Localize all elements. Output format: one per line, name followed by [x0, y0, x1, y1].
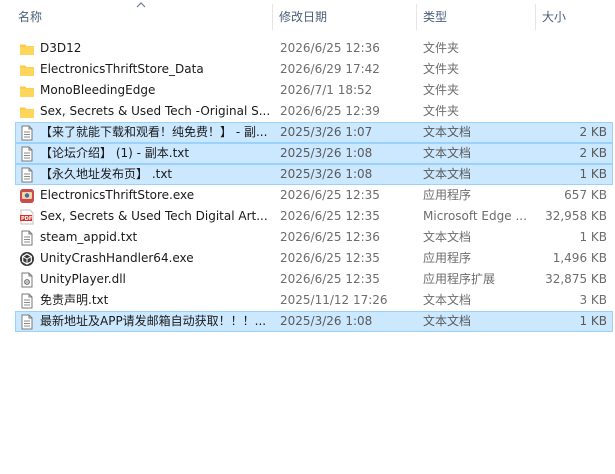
file-modified-date: 2025/3/26 1:07	[280, 125, 373, 139]
file-modified-date: 2025/11/12 17:26	[280, 293, 388, 307]
column-header-type[interactable]: 类型	[423, 0, 447, 34]
file-modified-date: 2026/6/25 12:35	[280, 209, 380, 223]
file-name: Sex, Secrets & Used Tech Digital Art...	[40, 209, 268, 223]
file-name: Sex, Secrets & Used Tech -Original S...	[40, 104, 271, 118]
file-type: 应用程序	[423, 251, 472, 265]
text-file-icon	[19, 314, 35, 330]
column-divider[interactable]	[535, 4, 536, 30]
pdf-icon: PDF	[19, 209, 35, 225]
file-name: MonoBleedingEdge	[40, 83, 156, 97]
file-modified-date: 2026/7/1 18:52	[280, 83, 373, 97]
column-header-date[interactable]: 修改日期	[279, 0, 327, 34]
dll-icon	[19, 272, 35, 288]
file-type: 文件夹	[423, 41, 460, 55]
file-size: 2 KB	[579, 146, 607, 160]
file-modified-date: 2026/6/25 12:35	[280, 188, 380, 202]
file-row[interactable]: ElectronicsThriftStore.exe 2026/6/25 12:3…	[15, 185, 613, 206]
file-modified-date: 2026/6/29 17:42	[280, 62, 380, 76]
file-size: 1 KB	[579, 314, 607, 328]
file-name: ElectronicsThriftStore.exe	[40, 188, 195, 202]
folder-icon	[19, 62, 35, 78]
file-row[interactable]: 免责声明.txt 2025/11/12 17:26 文本文档 3 KB	[15, 290, 613, 311]
file-modified-date: 2025/3/26 1:08	[280, 146, 373, 160]
file-size: 32,958 KB	[545, 209, 607, 223]
file-type: 应用程序扩展	[423, 272, 496, 286]
file-name: 【来了就能下载和观看！纯免费！】 - 副...	[40, 125, 268, 139]
file-name: ElectronicsThriftStore_Data	[40, 62, 204, 76]
file-row[interactable]: UnityPlayer.dll 2026/6/25 12:35 应用程序扩展 32,8…	[15, 269, 613, 290]
file-explorer-details-view: 名称 修改日期 类型 大小 D3D12 2026/6/25 12:36 文件夹 Ele…	[0, 0, 615, 474]
file-type: 文件夹	[423, 104, 460, 118]
column-header-size[interactable]: 大小	[542, 0, 566, 34]
text-file-icon	[19, 293, 35, 309]
file-modified-date: 2026/6/25 12:35	[280, 272, 380, 286]
file-type: 文件夹	[423, 62, 460, 76]
file-size: 1 KB	[579, 167, 607, 181]
file-modified-date: 2025/3/26 1:08	[280, 167, 373, 181]
game-exe-icon	[19, 188, 35, 204]
file-row[interactable]: 【永久地址发布页】 .txt 2025/3/26 1:08 文本文档 1 KB	[15, 164, 613, 185]
folder-icon	[19, 104, 35, 120]
file-size: 1 KB	[579, 230, 607, 244]
file-modified-date: 2025/3/26 1:08	[280, 314, 373, 328]
file-row[interactable]: Sex, Secrets & Used Tech -Original S... 2…	[15, 101, 613, 122]
file-row[interactable]: MonoBleedingEdge 2026/7/1 18:52 文件夹	[15, 80, 613, 101]
text-file-icon	[19, 125, 35, 141]
file-row[interactable]: 最新地址及APP请发邮箱自动获取！！！... 2025/3/26 1:08 文本文档…	[15, 311, 613, 332]
file-name: UnityCrashHandler64.exe	[40, 251, 194, 265]
file-row[interactable]: 【论坛介绍】 (1) - 副本.txt 2025/3/26 1:08 文本文档 2 K…	[15, 143, 613, 164]
file-type: 文本文档	[423, 293, 472, 307]
file-type: Microsoft Edge ...	[423, 209, 527, 223]
file-type: 文本文档	[423, 125, 472, 139]
file-type: 文本文档	[423, 230, 472, 244]
file-row[interactable]: ElectronicsThriftStore_Data 2026/6/29 17:…	[15, 59, 613, 80]
file-size: 3 KB	[579, 293, 607, 307]
file-type: 文本文档	[423, 314, 472, 328]
file-type: 应用程序	[423, 188, 472, 202]
file-name: 【永久地址发布页】 .txt	[40, 167, 173, 181]
folder-icon	[19, 41, 35, 57]
file-row[interactable]: 【来了就能下载和观看！纯免费！】 - 副... 2025/3/26 1:07 文本文…	[15, 122, 613, 143]
column-divider[interactable]	[416, 4, 417, 30]
column-divider[interactable]	[272, 4, 273, 30]
file-type: 文件夹	[423, 83, 460, 97]
file-modified-date: 2026/6/25 12:39	[280, 104, 380, 118]
file-modified-date: 2026/6/25 12:36	[280, 41, 380, 55]
file-name: steam_appid.txt	[40, 230, 138, 244]
folder-icon	[19, 83, 35, 99]
text-file-icon	[19, 230, 35, 246]
file-row[interactable]: D3D12 2026/6/25 12:36 文件夹	[15, 38, 613, 59]
file-row[interactable]: UnityCrashHandler64.exe 2026/6/25 12:35 应用…	[15, 248, 613, 269]
sort-ascending-icon	[136, 2, 146, 8]
column-header-name[interactable]: 名称	[18, 0, 42, 34]
file-name: UnityPlayer.dll	[40, 272, 126, 286]
file-name: 免责声明.txt	[40, 293, 109, 307]
svg-text:PDF: PDF	[21, 216, 32, 222]
text-file-icon	[19, 146, 35, 162]
file-name: D3D12	[40, 41, 82, 55]
file-type: 文本文档	[423, 146, 472, 160]
file-row[interactable]: steam_appid.txt 2026/6/25 12:36 文本文档 1 KB	[15, 227, 613, 248]
unity-icon	[19, 251, 35, 267]
file-size: 32,875 KB	[545, 272, 607, 286]
file-modified-date: 2026/6/25 12:35	[280, 251, 380, 265]
file-size: 657 KB	[564, 188, 607, 202]
file-size: 1,496 KB	[552, 251, 607, 265]
file-name: 最新地址及APP请发邮箱自动获取！！！...	[40, 314, 267, 328]
file-type: 文本文档	[423, 167, 472, 181]
file-name: 【论坛介绍】 (1) - 副本.txt	[40, 146, 190, 160]
file-row[interactable]: PDF Sex, Secrets & Used Tech Digital Art.…	[15, 206, 613, 227]
file-size: 2 KB	[579, 125, 607, 139]
column-header-bar: 名称 修改日期 类型 大小	[0, 0, 615, 34]
file-modified-date: 2026/6/25 12:36	[280, 230, 380, 244]
text-file-icon	[19, 167, 35, 183]
